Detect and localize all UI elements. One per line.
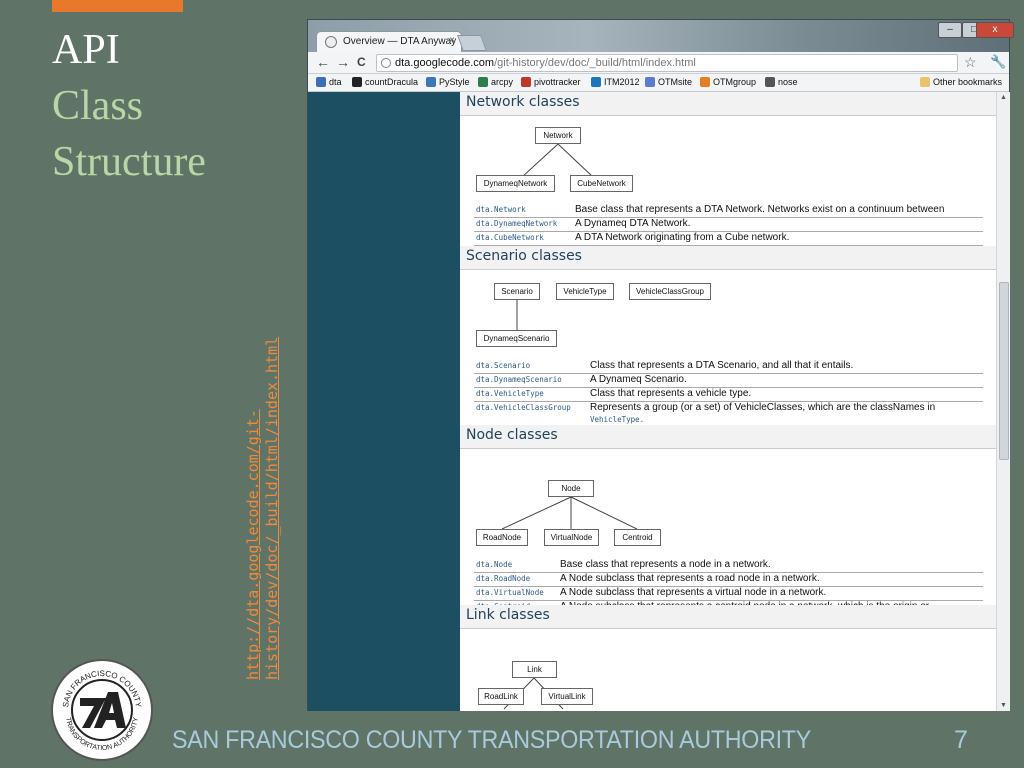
docs-link-line-2[interactable]: history/dev/doc/_build/html/index.html bbox=[263, 280, 282, 680]
class-box-virtuallink[interactable]: VirtualLink bbox=[541, 688, 593, 705]
other-bookmarks[interactable]: Other bookmarks bbox=[920, 77, 1002, 87]
tab-title: Overview — DTA Anyway v bbox=[343, 36, 462, 47]
globe-icon bbox=[478, 77, 488, 87]
bookmark-pystyle[interactable]: PyStyle bbox=[426, 77, 470, 87]
wrench-menu-icon[interactable]: 🔧 bbox=[990, 54, 1006, 70]
browser-toolbar: ← → C dta.googlecode.com/git-history/dev… bbox=[308, 52, 1009, 74]
footer-organization: SAN FRANCISCO COUNTY TRANSPORTATION AUTH… bbox=[172, 726, 811, 754]
reload-button[interactable]: C bbox=[357, 55, 366, 69]
bookmark-star-icon[interactable]: ☆ bbox=[964, 54, 977, 71]
browser-titlebar: Overview — DTA Anyway v × – □ x bbox=[308, 20, 1014, 52]
forward-button[interactable]: → bbox=[336, 54, 350, 70]
docs-link[interactable]: http://dta.googlecode.com/git- history/d… bbox=[244, 280, 282, 680]
docs-content: Network classes Network DynameqNetwork C… bbox=[460, 92, 996, 711]
bookmarks-bar: Other bookmarks dta countDracula PyStyle ar… bbox=[308, 74, 1009, 92]
address-path: /git-history/dev/doc/_build/html/index.h… bbox=[494, 57, 696, 69]
grid-icon bbox=[765, 77, 775, 87]
browser-window: Overview — DTA Anyway v × – □ x ← → C dt… bbox=[307, 19, 1014, 711]
github-icon bbox=[352, 77, 362, 87]
scroll-up-arrow-icon[interactable]: ▲ bbox=[1000, 94, 1007, 101]
page-number: 7 bbox=[954, 726, 968, 754]
c-icon bbox=[591, 77, 601, 87]
docs-sidebar bbox=[308, 92, 460, 711]
calendar-icon bbox=[645, 77, 655, 87]
browser-tab[interactable]: Overview — DTA Anyway v × bbox=[316, 31, 462, 52]
title-line-3: Structure bbox=[52, 139, 206, 185]
bookmark-countdracula[interactable]: countDracula bbox=[352, 77, 418, 87]
new-tab-button[interactable] bbox=[457, 35, 487, 51]
sfcta-logo: SAN FRANCISCO COUNTY TRANSPORTATION AUTH… bbox=[51, 659, 153, 761]
link-diagram-lines bbox=[503, 677, 564, 710]
bookmark-otmgroup[interactable]: OTMgroup bbox=[700, 77, 756, 87]
tab-close-icon[interactable]: × bbox=[449, 35, 455, 46]
scroll-down-arrow-icon[interactable]: ▼ bbox=[1000, 702, 1007, 709]
scrollbar-thumb[interactable] bbox=[999, 282, 1009, 460]
bookmark-arcpy[interactable]: arcpy bbox=[478, 77, 513, 87]
page-viewport: Network classes Network DynameqNetwork C… bbox=[308, 92, 996, 711]
folder-icon bbox=[920, 77, 930, 87]
address-bar[interactable]: dta.googlecode.com/git-history/dev/doc/_… bbox=[376, 54, 958, 72]
bookmark-nose[interactable]: nose bbox=[765, 77, 798, 87]
bookmark-pivottracker[interactable]: pivottracker bbox=[521, 77, 581, 87]
docs-link-line-1[interactable]: http://dta.googlecode.com/git- bbox=[244, 280, 263, 680]
tracker-icon bbox=[521, 77, 531, 87]
back-button[interactable]: ← bbox=[316, 54, 330, 70]
slide-title: API Class Structure bbox=[52, 22, 206, 190]
house-icon bbox=[316, 77, 326, 87]
class-box-link[interactable]: Link bbox=[512, 661, 557, 678]
vertical-scrollbar[interactable]: ▲ ▼ bbox=[996, 92, 1010, 711]
accent-bar bbox=[52, 0, 183, 12]
page-favicon-icon bbox=[325, 36, 337, 48]
group-icon bbox=[700, 77, 710, 87]
site-info-icon[interactable] bbox=[381, 58, 391, 68]
close-window-button[interactable]: x bbox=[976, 22, 1014, 38]
title-line-1: API bbox=[52, 27, 120, 73]
minimize-button[interactable]: – bbox=[938, 22, 962, 38]
bookmark-otmsite[interactable]: OTMsite bbox=[645, 77, 692, 87]
title-line-2: Class bbox=[52, 83, 144, 129]
class-box-roadlink[interactable]: RoadLink bbox=[478, 688, 524, 705]
bookmark-itm2012[interactable]: ITM2012 bbox=[591, 77, 640, 87]
bookmark-dta[interactable]: dta bbox=[316, 77, 342, 87]
python-icon bbox=[426, 77, 436, 87]
address-host: dta.googlecode.com bbox=[395, 57, 495, 69]
